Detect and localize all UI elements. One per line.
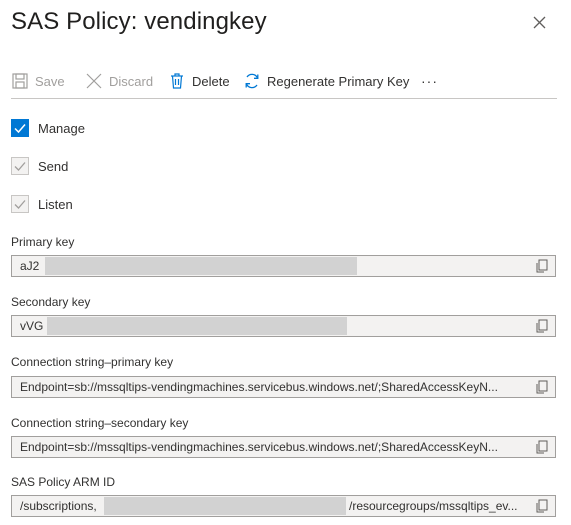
discard-label: Discard bbox=[109, 73, 154, 89]
conn-primary-label: Connection string–primary key bbox=[11, 355, 174, 369]
secondary-key-field[interactable]: vVG bbox=[11, 315, 556, 337]
delete-label: Delete bbox=[192, 73, 230, 89]
redaction-block bbox=[45, 257, 357, 275]
send-label: Send bbox=[38, 158, 69, 174]
copy-button[interactable] bbox=[535, 440, 549, 454]
arm-id-label: SAS Policy ARM ID bbox=[11, 475, 116, 489]
listen-label: Listen bbox=[38, 196, 73, 212]
discard-button[interactable]: Discard bbox=[85, 68, 153, 94]
listen-checkbox bbox=[11, 195, 29, 213]
regenerate-primary-key-button[interactable]: Regenerate Primary Key bbox=[243, 68, 409, 94]
copy-icon bbox=[536, 319, 548, 333]
conn-secondary-value: Endpoint=sb://mssqltips-vendingmachines.… bbox=[20, 440, 498, 454]
send-checkbox bbox=[11, 157, 29, 175]
arm-id-field[interactable]: /subscriptions, /resourcegroups/mssqltip… bbox=[11, 495, 556, 517]
command-bar: Save Discard Delete Regenerate Primary K… bbox=[11, 68, 557, 99]
more-actions-button[interactable]: ··· bbox=[421, 68, 438, 94]
delete-icon bbox=[171, 73, 183, 89]
checkmark-icon bbox=[14, 200, 26, 209]
copy-button[interactable] bbox=[535, 499, 549, 513]
save-icon bbox=[12, 73, 28, 89]
save-button[interactable]: Save bbox=[11, 68, 65, 94]
arm-id-suffix: /resourcegroups/mssqltips_ev... bbox=[349, 499, 518, 513]
discard-icon bbox=[86, 73, 102, 89]
primary-key-field[interactable]: aJ2 bbox=[11, 255, 556, 277]
arm-id-prefix: /subscriptions, bbox=[20, 499, 97, 513]
conn-primary-value: Endpoint=sb://mssqltips-vendingmachines.… bbox=[20, 380, 498, 394]
copy-button[interactable] bbox=[535, 319, 549, 333]
copy-button[interactable] bbox=[535, 259, 549, 273]
delete-button[interactable]: Delete bbox=[168, 68, 230, 94]
copy-icon bbox=[536, 440, 548, 454]
refresh-icon bbox=[245, 73, 259, 89]
secondary-key-value: vVG bbox=[20, 319, 44, 333]
claim-send: Send bbox=[11, 156, 68, 176]
secondary-key-label: Secondary key bbox=[11, 295, 91, 309]
redaction-block bbox=[47, 317, 347, 335]
checkmark-icon bbox=[14, 124, 26, 134]
claim-manage[interactable]: Manage bbox=[11, 118, 85, 138]
manage-label: Manage bbox=[38, 120, 85, 136]
save-label: Save bbox=[35, 73, 65, 89]
regenerate-label: Regenerate Primary Key bbox=[267, 73, 410, 89]
copy-icon bbox=[536, 499, 548, 513]
checkmark-icon bbox=[14, 162, 26, 171]
claim-listen: Listen bbox=[11, 194, 73, 214]
copy-button[interactable] bbox=[535, 380, 549, 394]
conn-primary-field[interactable]: Endpoint=sb://mssqltips-vendingmachines.… bbox=[11, 376, 556, 398]
more-icon: ··· bbox=[421, 73, 438, 89]
primary-key-value: aJ2 bbox=[20, 259, 40, 273]
copy-icon bbox=[536, 380, 548, 394]
panel-title: SAS Policy: vendingkey bbox=[11, 8, 267, 35]
conn-secondary-label: Connection string–secondary key bbox=[11, 416, 189, 430]
close-button[interactable] bbox=[529, 12, 551, 34]
conn-secondary-field[interactable]: Endpoint=sb://mssqltips-vendingmachines.… bbox=[11, 436, 556, 458]
close-icon bbox=[533, 16, 546, 29]
redaction-block bbox=[104, 497, 346, 515]
copy-icon bbox=[536, 259, 548, 273]
primary-key-label: Primary key bbox=[11, 235, 75, 249]
manage-checkbox[interactable] bbox=[11, 119, 29, 137]
